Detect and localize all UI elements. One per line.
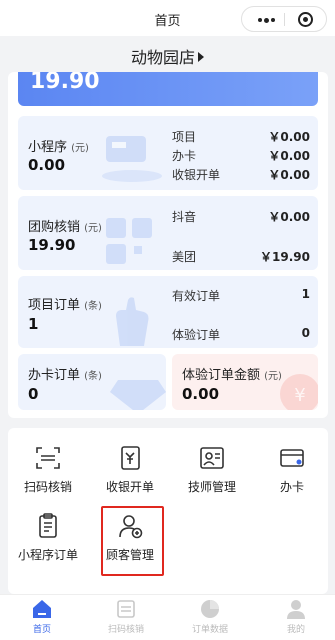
store-selector[interactable]: 动物园店 [0,44,335,68]
group-buy-title: 团购核销 [28,220,81,235]
row-value: ￥0.00 [268,168,310,182]
row-label: 项目 [172,130,197,144]
trial-amount-unit: (元) [264,371,282,382]
grid-item-label: 小程序订单 [17,548,78,562]
selection-highlight [101,506,164,576]
row-label: 抖音 [172,210,197,224]
navigation-bar: 首页 [0,0,335,36]
diamond-icon [110,380,166,410]
grid-item-label: 技师管理 [187,480,236,494]
card-orders-title: 办卡订单 [28,368,81,383]
technician-icon [200,447,224,469]
card-icon [280,449,304,467]
more-icon[interactable] [258,17,275,23]
person-icon [287,600,305,619]
group-buy-unit: (元) [84,223,102,234]
mini-program-unit: (元) [71,143,89,154]
trial-amount-value: 0.00 [182,385,220,403]
row-value: ￥0.00 [268,130,310,144]
hand-icon [116,297,149,346]
close-icon[interactable] [298,12,313,27]
card-orders-unit: (条) [84,371,102,382]
row-label: 有效订单 [172,289,221,303]
row-label: 体验订单 [172,328,221,342]
tab-label: 订单数据 [191,625,228,635]
grid-item-cashier[interactable]: 收银开单 [98,444,162,495]
tab-mine[interactable]: 我的 [266,598,326,635]
grid-item-scan[interactable]: 扫码核销 [16,444,80,495]
grid-item-technician[interactable]: 技师管理 [180,444,244,495]
mini-program-card[interactable]: 小程序 (元) 0.00 项目 ￥0.00 办卡 ￥0.00 收银开单 ￥0.0… [18,116,318,190]
svg-text:¥: ¥ [294,385,305,406]
row-label: 办卡 [172,149,197,163]
row-label: 美团 [172,250,197,264]
scan-icon [117,600,135,618]
qr-code-icon [106,218,152,264]
grid-item-label: 办卡 [279,480,304,494]
group-buy-card[interactable]: 团购核销 (元) 19.90 抖音 ￥0.00 美团 ￥19.90 [18,196,318,270]
tab-scan[interactable]: 扫码核销 [96,598,156,635]
row-value: ￥0.00 [268,149,310,163]
clipboard-icon [39,513,57,538]
card-orders-value: 0 [28,385,39,403]
yen-coin-icon: ¥ [280,374,318,410]
tab-home[interactable]: 首页 [12,598,72,635]
trial-amount-title: 体验订单金额 [182,368,261,383]
revenue-banner: 19.90 [18,72,318,106]
trial-amount-card[interactable]: ¥ 体验订单金额 (元) 0.00 [172,354,318,410]
project-orders-card[interactable]: 项目订单 (条) 1 有效订单 1 体验订单 0 [18,276,318,348]
mini-program-value: 0.00 [28,156,66,174]
card-orders-card[interactable]: 办卡订单 (条) 0 [18,354,166,410]
mini-program-capsule [241,6,327,32]
group-buy-value: 19.90 [28,236,76,254]
tab-label: 首页 [32,625,51,635]
project-orders-value: 1 [28,315,39,333]
grid-item-mini-program-orders[interactable]: 小程序订单 [16,512,80,563]
project-orders-unit: (条) [84,301,102,312]
revenue-amount: 19.90 [30,72,100,94]
home-icon [33,600,51,618]
row-value: 0 [301,326,310,340]
tab-label: 我的 [286,625,305,635]
scan-icon [36,447,60,469]
pie-chart-icon [201,600,219,618]
row-value: ￥19.90 [260,250,310,264]
grid-item-card[interactable]: 办卡 [260,444,324,495]
grid-item-label: 扫码核销 [23,480,72,494]
mini-program-title: 小程序 [28,140,68,155]
payment-terminal-icon [102,136,162,182]
grid-item-label: 收银开单 [105,480,154,494]
tab-order-data[interactable]: 订单数据 [180,598,240,635]
caret-right-icon [198,52,204,62]
project-orders-title: 项目订单 [28,298,81,313]
row-label: 收银开单 [172,168,221,182]
store-name: 动物园店 [130,48,195,67]
capsule-divider [284,13,285,26]
cashier-icon [121,446,140,470]
row-value: ￥0.00 [268,210,310,224]
tab-label: 扫码核销 [107,625,144,635]
row-value: 1 [301,287,310,301]
